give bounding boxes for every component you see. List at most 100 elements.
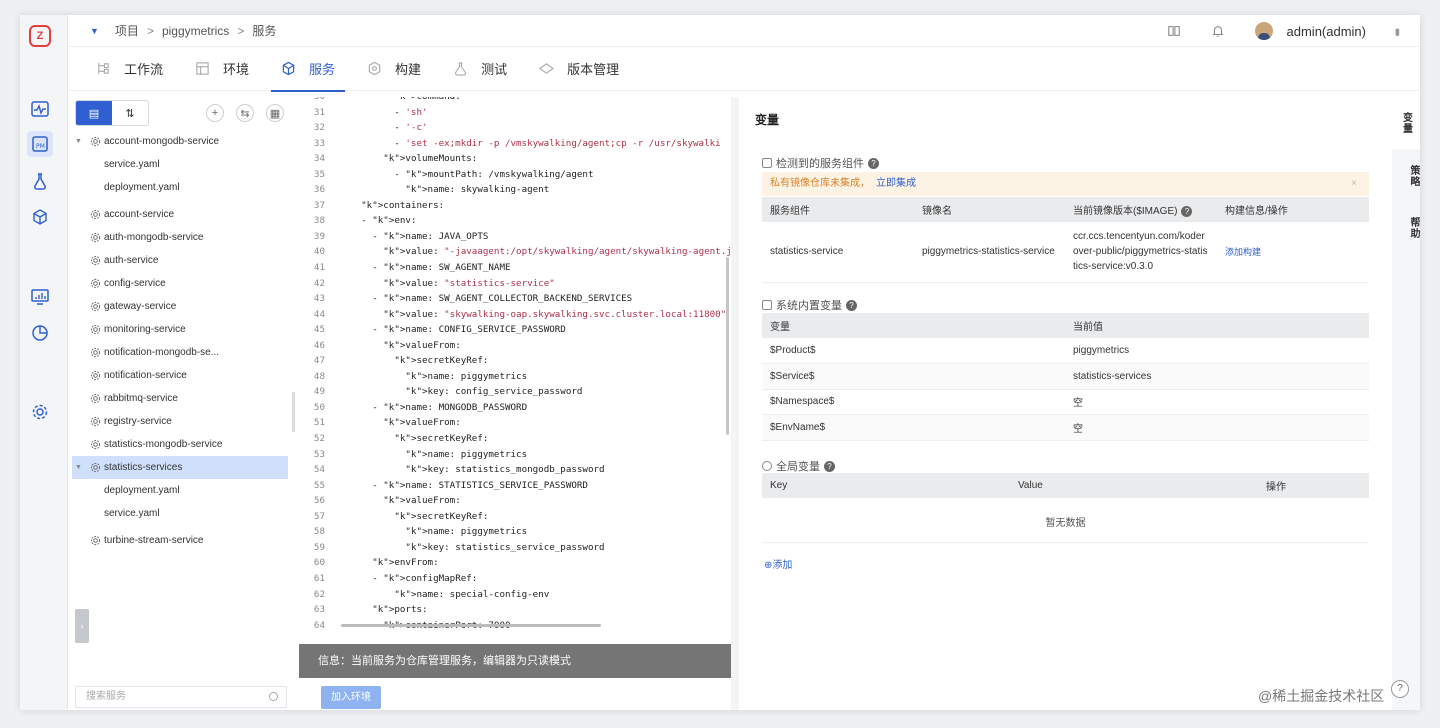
tree-service-item[interactable]: ▼ account-mongodb-service	[72, 130, 288, 153]
tree-service-item[interactable]: ▼ statistics-services	[72, 456, 288, 479]
delivery-cube-icon[interactable]	[30, 207, 50, 227]
dashboard-pulse-icon[interactable]	[30, 99, 50, 119]
tree-service-item[interactable]: monitoring-service	[72, 318, 288, 341]
line-text: - 'set -ex;mkdir -p /vmskywalking/agent;…	[339, 137, 721, 149]
project-management-icon[interactable]: PM	[27, 131, 53, 157]
more-menu-icon[interactable]: •••	[1390, 28, 1406, 34]
tree-service-item[interactable]: notification-mongodb-se...	[72, 341, 288, 364]
tree-file-item[interactable]: service.yaml	[72, 502, 288, 525]
line-number: 33	[313, 137, 325, 149]
tab-test[interactable]: 测试	[453, 47, 507, 91]
line-text: - "k">name: JAVA_OPTS	[339, 230, 489, 242]
line-number: 49	[313, 386, 325, 398]
notification-bell-icon[interactable]	[1211, 23, 1227, 39]
side-tab-variables[interactable]: 变量	[1392, 97, 1420, 149]
help-float-icon[interactable]: ?	[1391, 680, 1409, 698]
tree-file-item[interactable]: service.yaml	[72, 153, 288, 176]
global-variables-table: Key Value 操作	[762, 473, 1369, 498]
tree-service-item[interactable]: auth-service	[72, 249, 288, 272]
avatar[interactable]	[1254, 22, 1273, 40]
code-line: 33 - 'set -ex;mkdir -p /vmskywalking/age…	[299, 136, 731, 152]
panel-divider[interactable]	[731, 97, 739, 710]
tree-service-item[interactable]: registry-service	[72, 410, 288, 433]
service-gear-icon	[90, 209, 101, 220]
code-line: 53 "k">name: piggymetrics	[299, 447, 731, 463]
list-view-icon[interactable]: ▤	[76, 101, 112, 125]
line-number: 52	[313, 433, 325, 445]
tree-file-item[interactable]: deployment.yaml	[72, 176, 288, 199]
tree-service-item[interactable]: rabbitmq-service	[72, 387, 288, 410]
collapse-sidebar-icon[interactable]: ›	[75, 609, 89, 643]
expand-caret-icon[interactable]: ▼	[75, 138, 82, 145]
tree-service-item[interactable]: turbine-stream-service	[72, 529, 288, 552]
template-icon[interactable]: ▦	[266, 104, 284, 122]
user-name[interactable]: admin(admin)	[1287, 24, 1366, 39]
tab-build[interactable]: 构建	[367, 47, 421, 91]
tree-service-item[interactable]: gateway-service	[72, 295, 288, 318]
code-line: 45 - "k">name: CONFIG_SERVICE_PASSWORD	[299, 322, 731, 338]
integrate-now-link[interactable]: 立即集成	[876, 178, 916, 189]
monitor-icon[interactable]	[30, 287, 50, 307]
vertical-scrollbar[interactable]	[726, 257, 729, 435]
tree-service-item[interactable]: notification-service	[72, 364, 288, 387]
settings-gear-icon[interactable]	[30, 402, 50, 422]
help-question-icon[interactable]: ?	[1181, 206, 1193, 217]
tree-service-item[interactable]: config-service	[72, 272, 288, 295]
tree-item-label: monitoring-service	[104, 324, 186, 335]
line-number: 30	[299, 97, 339, 105]
tree-item-label: rabbitmq-service	[104, 393, 178, 404]
close-icon[interactable]: ×	[1351, 172, 1357, 196]
help-question-icon[interactable]: ?	[824, 460, 835, 472]
line-number: 62	[313, 588, 325, 600]
tab-environment[interactable]: 环境	[195, 47, 249, 91]
yaml-editor[interactable]: 30 "k">command:31 - 'sh'32 - '-c'33 - 's…	[299, 97, 731, 710]
service-list: ▼ account-mongodb-service service.yaml depl…	[72, 130, 288, 552]
tab-workflow[interactable]: 工作流	[96, 47, 163, 91]
tree-service-item[interactable]: auth-mongodb-service	[72, 226, 288, 249]
tab-version[interactable]: 版本管理	[539, 47, 619, 91]
line-text: - '-c'	[339, 122, 428, 134]
search-icon[interactable]	[269, 692, 278, 701]
table-row: $Service$ statistics-services	[762, 363, 1369, 390]
tab-service[interactable]: 服务	[271, 47, 346, 92]
breadcrumb-product[interactable]: piggymetrics	[162, 24, 229, 38]
code-line: 58 "k">name: piggymetrics	[299, 524, 731, 540]
horizontal-scrollbar[interactable]	[341, 624, 601, 627]
tree-service-item[interactable]: account-service	[72, 203, 288, 226]
docs-book-icon[interactable]	[1167, 23, 1183, 39]
line-text: "k">secretKeyRef:	[394, 355, 489, 367]
panel-resize-handle[interactable]	[292, 392, 295, 432]
service-gear-icon	[90, 439, 101, 450]
breadcrumb-project[interactable]: 项目	[115, 22, 139, 39]
search-service-input[interactable]: 搜索服务	[75, 686, 287, 708]
help-question-icon[interactable]: ?	[846, 299, 857, 311]
tree-service-item[interactable]: statistics-mongodb-service	[72, 433, 288, 456]
add-to-environment-button[interactable]: 加入环境	[321, 686, 381, 709]
side-tab-policy[interactable]: 策略	[1392, 165, 1420, 187]
statistics-pie-icon[interactable]	[30, 323, 50, 343]
line-text: "k">name: piggymetrics	[405, 370, 528, 382]
line-text: "k">valueFrom:	[383, 495, 461, 507]
test-flask-icon[interactable]	[30, 171, 50, 191]
side-tab-help[interactable]: 帮助	[1392, 217, 1420, 239]
line-number: 47	[313, 355, 325, 367]
add-variable-button[interactable]: ⊕添加	[764, 556, 792, 571]
image-version: ccr.ccs.tencentyun.com/koderover-public/…	[1065, 222, 1217, 283]
help-question-icon[interactable]: ?	[868, 157, 879, 169]
service-gear-icon	[90, 255, 101, 266]
column-header: 当前值	[1065, 313, 1369, 338]
column-header: Key	[762, 473, 1010, 498]
add-build-link[interactable]: 添加构建	[1225, 247, 1261, 257]
line-number: 35	[313, 168, 325, 180]
tree-file-item[interactable]: deployment.yaml	[72, 479, 288, 502]
expand-caret-icon[interactable]: ▼	[75, 464, 82, 471]
line-number: 42	[313, 277, 325, 289]
sort-icon[interactable]: ⇅	[112, 101, 148, 125]
variable-name: $Product$	[762, 338, 1065, 364]
logo-icon[interactable]: Z	[29, 25, 51, 47]
line-text: "k">command:	[339, 97, 460, 105]
share-service-icon[interactable]: ⇆	[236, 104, 254, 122]
service-gear-icon	[90, 324, 101, 335]
add-service-icon[interactable]: +	[206, 104, 224, 122]
caret-down-icon[interactable]: ▼	[90, 26, 99, 36]
